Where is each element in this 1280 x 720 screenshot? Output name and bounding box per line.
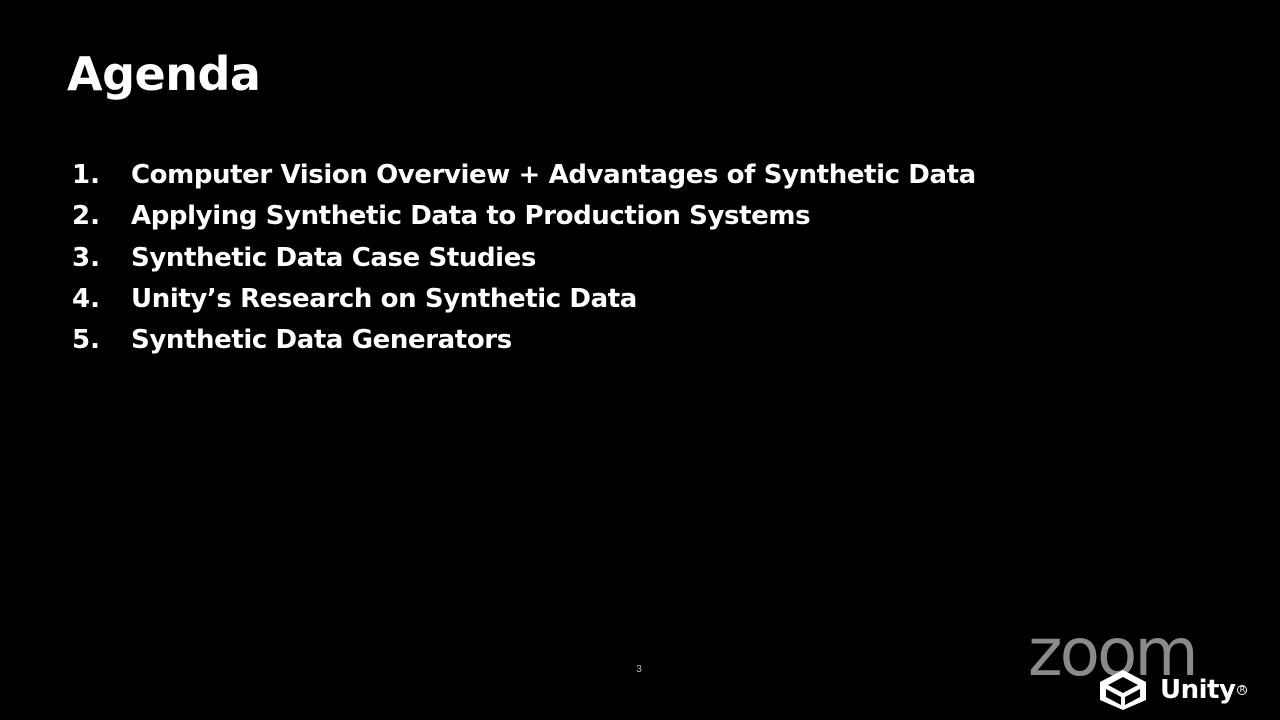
presentation-slide: Agenda 1. Computer Vision Overview + Adv… [0,0,1280,720]
unity-logo: Unity R [1096,668,1248,712]
agenda-item-text: Unity’s Research on Synthetic Data [131,283,637,314]
slide-title: Agenda [67,47,261,101]
unity-wordmark: Unity [1160,675,1236,705]
agenda-item-number: 1. [72,160,100,190]
slide-page-number: 3 [636,664,642,675]
agenda-item-text: Synthetic Data Generators [131,325,512,355]
agenda-item-number: 2. [72,201,100,232]
unity-cube-icon [1100,670,1146,710]
registered-mark: R [1237,685,1248,695]
agenda-item-text: Applying Synthetic Data to Production Sy… [131,201,811,232]
agenda-item-number: 5. [72,325,100,355]
agenda-item-number: 4. [72,283,100,314]
agenda-item-text: Synthetic Data Case Studies [131,242,536,273]
agenda-item-number: 3. [72,242,100,273]
agenda-item-text: Computer Vision Overview + Advantages of… [131,160,976,190]
